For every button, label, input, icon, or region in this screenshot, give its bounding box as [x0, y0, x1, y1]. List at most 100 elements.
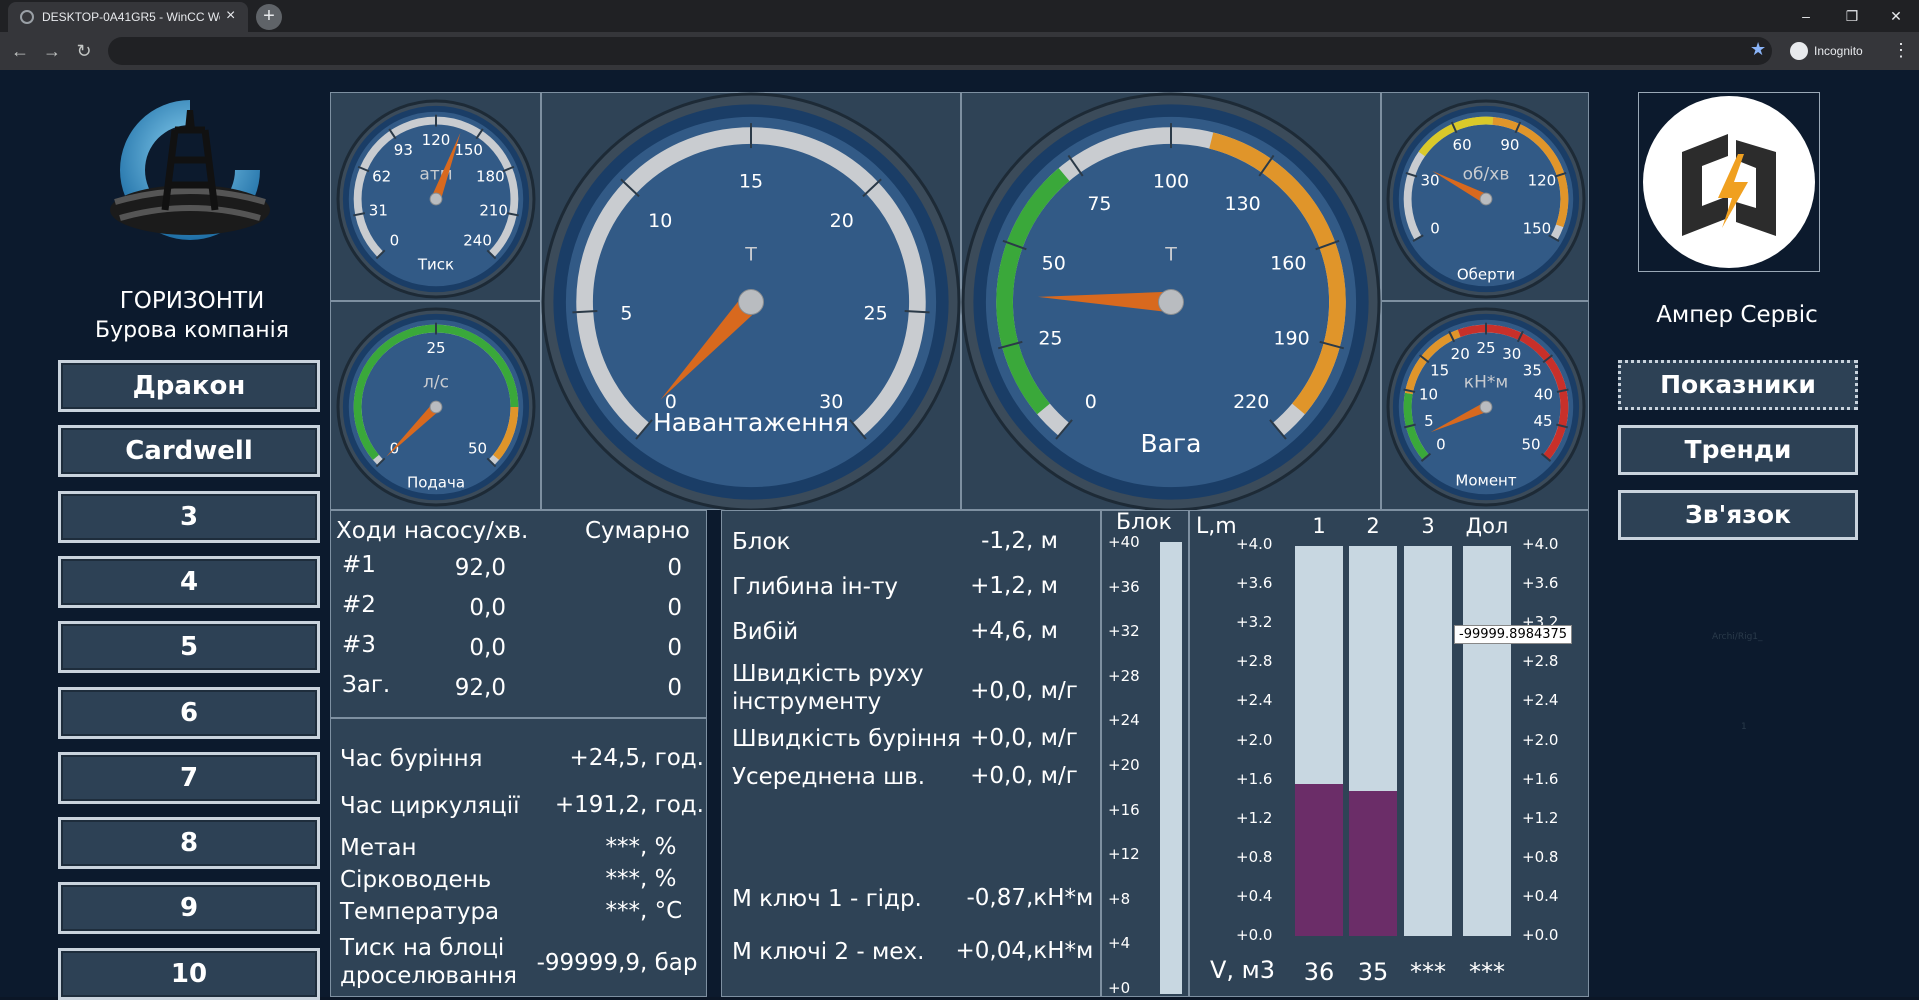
weight-gauge-unit: Т: [1164, 243, 1177, 265]
load-gauge-tick-label: 25: [863, 303, 887, 325]
load-gauge-tick-label: 5: [620, 303, 632, 325]
pressure-gauge-tick-label: 180: [476, 167, 505, 185]
nav-button-7[interactable]: 7: [58, 751, 320, 804]
nav-button-6[interactable]: 6: [58, 686, 320, 739]
block-scale-tick: +8: [1108, 889, 1131, 908]
tank-tick-right: +0.0: [1522, 926, 1559, 944]
nav-button-4[interactable]: 4: [58, 555, 320, 608]
nav-button-5[interactable]: 5: [58, 621, 320, 674]
param-row-value: -0,87: [966, 885, 1026, 911]
pressure-gauge-tick-label: 240: [463, 231, 492, 249]
param-row-label: Усереднена шв.: [732, 764, 926, 790]
nav-button-9[interactable]: 9: [58, 882, 320, 935]
pump-row-total: 0: [667, 555, 682, 581]
browser-menu-icon[interactable]: ⋮: [1892, 40, 1910, 61]
tank-tick-left: +0.0: [1236, 926, 1273, 944]
pump-header: Ходи насосу/хв.: [336, 518, 529, 544]
load-gauge-tick-label: 20: [830, 210, 854, 232]
minimize-button[interactable]: –: [1786, 4, 1826, 28]
param-row-value: +0,0: [970, 678, 1026, 704]
param-row-unit: , м: [1026, 618, 1058, 644]
weight-gauge-tick-label: 220: [1233, 391, 1269, 413]
time-row-value: -99999,9: [536, 950, 640, 976]
torque-gauge-tick-label: 20: [1451, 345, 1470, 363]
param-row-unit: , м: [1026, 528, 1058, 554]
tank-tick-right: +2.4: [1522, 691, 1559, 710]
weight-gauge-tick-label: 130: [1224, 193, 1260, 215]
pump-row-name: #3: [342, 632, 376, 658]
tank-tick-right: +1.2: [1522, 808, 1559, 827]
tank-tick-right: +0.8: [1522, 847, 1559, 866]
tanks-axis-title: L,m: [1196, 514, 1237, 539]
browser-tab[interactable]: DESKTOP-0A41GR5 - WinCC Web ×: [8, 2, 248, 32]
incognito-indicator[interactable]: Incognito: [1788, 38, 1863, 64]
torque-gauge-unit: кН*м: [1464, 372, 1508, 392]
right-nav-button-2[interactable]: Тренди: [1618, 425, 1858, 475]
time-row-value: ***: [605, 834, 641, 860]
back-button[interactable]: ←: [8, 40, 32, 64]
load-gauge-tick-label: 10: [648, 210, 672, 232]
param-row-value: +0,04: [955, 938, 1026, 964]
torque-gauge-tick-label: 15: [1430, 362, 1449, 380]
param-row-label: Вибій: [732, 619, 799, 645]
tank-tick-left: +3.6: [1236, 574, 1273, 593]
address-bar[interactable]: [108, 37, 1772, 65]
block-scale-title: Блок: [1116, 510, 1172, 530]
tank-tick-right: +4.0: [1522, 535, 1559, 553]
pump-row-name: Заг.: [342, 672, 391, 698]
incognito-label: Incognito: [1814, 44, 1863, 58]
pressure-gauge-tick-label: 210: [479, 201, 508, 219]
param-row-value: +0,0: [970, 725, 1026, 751]
pump-row-name: #2: [342, 592, 376, 618]
pressure-gauge-tick-label: 150: [454, 141, 483, 159]
param-row-unit: , м/г: [1026, 763, 1078, 789]
weight-gauge-tick-label: 100: [1153, 171, 1189, 193]
time-row-unit: , %: [640, 834, 677, 860]
rpm-gauge-tick-label: 150: [1523, 219, 1552, 237]
reload-button[interactable]: ↻: [72, 40, 96, 64]
rpm-gauge-tick-label: 60: [1453, 136, 1472, 154]
tank-tick-left: +0.4: [1236, 886, 1273, 905]
tank-level-fill: [1349, 790, 1397, 936]
globe-icon: [20, 10, 34, 24]
param-row-unit: ,кН*м: [1026, 885, 1094, 911]
rpm-gauge-tick-label: 30: [1421, 172, 1440, 190]
torque-gauge-tick-label: 5: [1424, 412, 1434, 430]
tank-bar: [1463, 546, 1511, 936]
nav-button-8[interactable]: 8: [58, 817, 320, 870]
time-row-value: +191,2: [554, 792, 640, 818]
load-gauge-tick-label: 15: [739, 171, 763, 193]
tank-tick-right: +0.4: [1522, 886, 1559, 905]
torque-gauge-tick-label: 0: [1436, 436, 1446, 454]
restore-button[interactable]: ❐: [1832, 4, 1872, 28]
faint-text: Archi/Rig1_: [1712, 632, 1763, 642]
nav-button-10[interactable]: 10: [58, 947, 320, 1000]
close-tab-icon[interactable]: ×: [226, 7, 235, 25]
tank-volume: 35: [1357, 958, 1389, 986]
torque-gauge-tick-label: 45: [1534, 412, 1553, 430]
pump-row-total: 0: [667, 675, 682, 701]
forward-button[interactable]: →: [40, 40, 64, 64]
faint-dot: 1: [1741, 722, 1747, 732]
tank-name: 3: [1421, 514, 1435, 538]
tank-name: Дол: [1465, 514, 1509, 538]
weight-gauge-tick-label: 25: [1038, 328, 1062, 350]
tab-strip: [0, 0, 1919, 32]
weight-gauge-tick-label: 160: [1270, 253, 1306, 275]
pressure-gauge-hub: [429, 192, 443, 206]
block-scale-tick: +12: [1108, 845, 1140, 864]
time-row-value: ***: [605, 898, 641, 924]
bookmark-star-icon[interactable]: ★: [1750, 39, 1766, 60]
right-nav-button-3[interactable]: Зв'язок: [1618, 490, 1858, 540]
tank-tick-right: +3.6: [1522, 574, 1559, 593]
new-tab-button[interactable]: +: [256, 4, 282, 30]
torque-gauge-tick-label: 50: [1521, 436, 1540, 454]
weight-gauge-tick-label: 190: [1273, 328, 1309, 350]
close-window-button[interactable]: ✕: [1876, 4, 1916, 28]
right-nav-button-1[interactable]: Показники: [1618, 360, 1858, 410]
weight-gauge-hub: [1158, 289, 1184, 315]
tank-volume: 36: [1303, 958, 1335, 986]
load-gauge-unit: Т: [744, 243, 757, 265]
torque-gauge-tick-label: 35: [1523, 362, 1542, 380]
flow-gauge-unit: л/с: [423, 372, 449, 392]
